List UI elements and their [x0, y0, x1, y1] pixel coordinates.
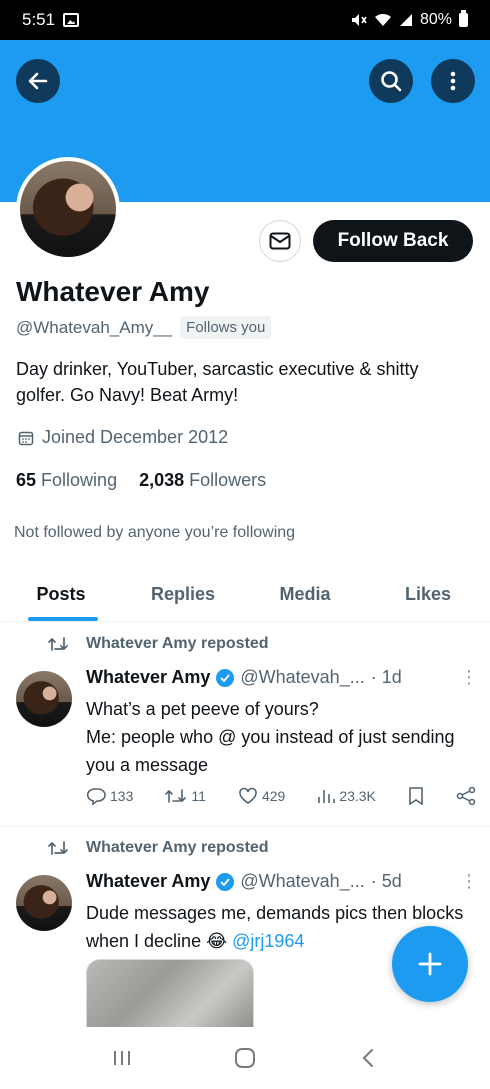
repost-count: 11: [191, 788, 206, 804]
signal-icon: [399, 14, 412, 26]
tab-replies[interactable]: Replies: [122, 568, 244, 621]
avatar[interactable]: [16, 875, 72, 931]
post-author-name[interactable]: Whatever Amy: [86, 667, 210, 688]
back-nav-icon: [362, 1049, 374, 1067]
home-nav-button[interactable]: [215, 1038, 275, 1078]
profile-name: Whatever Amy: [16, 276, 210, 307]
followers-label: Followers: [189, 470, 267, 490]
message-button[interactable]: [259, 220, 301, 262]
post-more-icon[interactable]: ⋮: [460, 871, 478, 892]
share-button[interactable]: [456, 787, 476, 805]
follow-stats: 65 Following 2,038 Followers: [16, 470, 266, 491]
post-header: Whatever Amy @Whatevah_... · 1d ⋮: [86, 667, 478, 688]
views-icon: [318, 790, 336, 803]
home-icon: [234, 1048, 255, 1068]
back-button[interactable]: [16, 59, 60, 103]
mute-icon: [351, 14, 367, 26]
recent-apps-icon: [113, 1051, 130, 1065]
like-icon: [239, 787, 257, 804]
profile-avatar[interactable]: [16, 157, 120, 261]
joined-text: Joined December 2012: [42, 427, 229, 447]
post-author-handle: @Whatevah_...: [240, 667, 365, 687]
followers-link[interactable]: 2,038 Followers: [139, 470, 266, 491]
profile-tabs: Posts Replies Media Likes: [0, 568, 490, 622]
back-nav-button[interactable]: [338, 1038, 398, 1078]
reply-count: 133: [110, 788, 134, 804]
envelope-icon: [269, 232, 291, 250]
repost-indicator: Whatever Amy reposted: [48, 839, 269, 857]
back-arrow-icon: [28, 72, 48, 90]
views-count: 23.3K: [339, 788, 376, 804]
repost-icon: [165, 789, 187, 803]
gallery-notification-icon: [63, 13, 80, 27]
like-button[interactable]: 429: [238, 787, 285, 805]
plus-icon: [418, 952, 442, 976]
post-author-name[interactable]: Whatever Amy: [86, 871, 210, 892]
following-link[interactable]: 65 Following: [16, 470, 117, 491]
more-vertical-icon: [450, 71, 456, 91]
battery-percent: 80%: [419, 11, 452, 28]
profile-bio: Day drinker, YouTuber, sarcastic executi…: [16, 359, 419, 405]
verified-icon: [216, 668, 235, 687]
search-icon: [381, 71, 402, 92]
repost-indicator: Whatever Amy reposted: [48, 635, 269, 653]
handle-row: @Whatevah_Amy__ Follows you: [16, 316, 272, 339]
post-header: Whatever Amy @Whatevah_... · 5d ⋮: [86, 871, 478, 892]
repost-label: Whatever Amy reposted: [86, 839, 269, 856]
followers-count: 2,038: [139, 470, 185, 490]
verified-icon: [216, 872, 235, 891]
tab-likes[interactable]: Likes: [366, 568, 490, 621]
profile-handle: @Whatevah_Amy__: [16, 317, 173, 337]
more-options-button[interactable]: [431, 59, 475, 103]
share-icon: [456, 787, 476, 805]
repost-icon: [48, 637, 68, 651]
post-time: · 1d: [370, 667, 402, 687]
battery-icon: [459, 10, 468, 27]
reply-icon: [86, 788, 106, 805]
post-media-thumbnail[interactable]: [86, 959, 254, 1027]
like-count: 429: [261, 788, 286, 804]
recent-apps-button[interactable]: [92, 1038, 152, 1078]
post-actions: 133 11 429 23.3K: [86, 787, 476, 805]
following-count: 65: [16, 470, 37, 490]
joined-date: Joined December 2012: [18, 427, 228, 448]
system-nav-bar: [0, 1027, 490, 1089]
not-followed-notice: Not followed by anyone you’re following: [14, 524, 296, 541]
repost-button[interactable]: 11: [165, 788, 206, 804]
following-label: Following: [41, 470, 118, 490]
follows-you-badge: Follows you: [180, 316, 272, 339]
reply-button[interactable]: 133: [86, 787, 133, 805]
bookmark-button[interactable]: [408, 787, 424, 805]
tab-media[interactable]: Media: [244, 568, 366, 621]
search-button[interactable]: [369, 59, 413, 103]
status-time: 5:51: [22, 10, 56, 29]
wifi-icon: [374, 13, 391, 26]
post-author-handle: @Whatevah_...: [240, 871, 365, 891]
repost-label: Whatever Amy reposted: [86, 635, 269, 652]
avatar[interactable]: [16, 671, 72, 727]
post-more-icon[interactable]: ⋮: [460, 667, 478, 688]
calendar-icon: [18, 431, 34, 445]
mention-link[interactable]: @jrj1964: [232, 931, 304, 951]
compose-button[interactable]: [392, 926, 468, 1002]
post-item[interactable]: Whatever Amy reposted Whatever Amy @What…: [0, 623, 490, 827]
repost-icon: [48, 841, 68, 855]
status-bar: 5:51 80%: [0, 0, 490, 40]
tab-posts[interactable]: Posts: [0, 568, 122, 621]
bookmark-icon: [409, 787, 423, 805]
views-button[interactable]: 23.3K: [317, 788, 376, 804]
post-time: · 5d: [370, 871, 402, 891]
follow-back-button[interactable]: Follow Back: [313, 220, 473, 262]
post-text: What’s a pet peeve of yours? Me: people …: [86, 699, 455, 775]
